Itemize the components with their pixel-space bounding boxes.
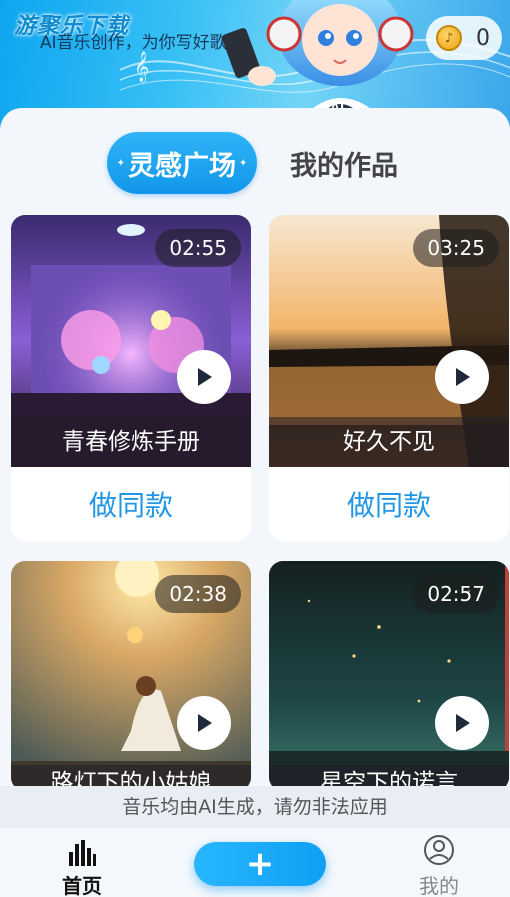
coin-count: 0 bbox=[476, 25, 490, 51]
tab-my-works[interactable]: 我的作品 bbox=[290, 144, 398, 183]
song-card[interactable]: 02:55 青春修炼手册 做同款 bbox=[11, 215, 251, 541]
nav-mine[interactable]: 我的 bbox=[394, 834, 484, 897]
nav-home-label: 首页 bbox=[62, 874, 102, 897]
create-song-button[interactable]: + bbox=[194, 842, 326, 886]
song-thumbnail: 02:57 星空下的诺言 bbox=[269, 561, 509, 791]
plus-icon: + bbox=[245, 844, 275, 884]
bottom-navigation: 首页 + 我的 bbox=[0, 828, 510, 897]
tab-inspiration-square[interactable]: ✦ 灵感广场 ✦ bbox=[107, 132, 257, 194]
play-button[interactable] bbox=[435, 350, 489, 404]
music-coin-icon: ♪ bbox=[436, 25, 462, 51]
coin-balance[interactable]: ♪ 0 bbox=[426, 16, 502, 60]
make-same-button[interactable]: 做同款 bbox=[269, 467, 509, 541]
song-thumbnail: 02:55 青春修炼手册 bbox=[11, 215, 251, 467]
play-icon bbox=[456, 368, 470, 386]
sparkle-icon: ✦ bbox=[239, 157, 248, 169]
song-duration: 02:55 bbox=[155, 229, 241, 267]
play-button[interactable] bbox=[435, 696, 489, 750]
song-card[interactable]: 02:38 路灯下的小姑娘 bbox=[11, 561, 251, 791]
song-card[interactable]: 02:57 星空下的诺言 bbox=[269, 561, 509, 791]
nav-home[interactable]: 首页 bbox=[37, 834, 127, 897]
song-duration: 02:38 bbox=[155, 575, 241, 613]
song-thumbnail: 03:25 好久不见 bbox=[269, 215, 509, 467]
treble-clef-icon: 𝄞 bbox=[134, 52, 150, 82]
song-title: 青春修炼手册 bbox=[11, 417, 251, 467]
equalizer-icon bbox=[69, 840, 96, 866]
play-button[interactable] bbox=[177, 350, 231, 404]
song-duration: 02:57 bbox=[413, 575, 499, 613]
play-icon bbox=[456, 714, 470, 732]
ai-character-illustration: AI bbox=[222, 0, 414, 118]
nav-mine-label: 我的 bbox=[419, 874, 459, 897]
user-profile-icon bbox=[424, 835, 454, 865]
play-icon bbox=[198, 714, 212, 732]
song-title: 好久不见 bbox=[269, 417, 509, 467]
sparkle-icon: ✦ bbox=[116, 157, 125, 169]
play-icon bbox=[198, 368, 212, 386]
tab-bar: ✦ 灵感广场 ✦ 我的作品 bbox=[0, 120, 510, 194]
tab-label: 灵感广场 bbox=[128, 150, 236, 182]
banner-slogan: AI音乐创作，为你写好歌 bbox=[40, 33, 227, 53]
song-card[interactable]: 03:25 好久不见 做同款 bbox=[269, 215, 509, 541]
song-duration: 03:25 bbox=[413, 229, 499, 267]
play-button[interactable] bbox=[177, 696, 231, 750]
make-same-button[interactable]: 做同款 bbox=[11, 467, 251, 541]
song-thumbnail: 02:38 路灯下的小姑娘 bbox=[11, 561, 251, 791]
ai-disclaimer: 音乐均由AI生成，请勿非法应用 bbox=[0, 786, 510, 828]
